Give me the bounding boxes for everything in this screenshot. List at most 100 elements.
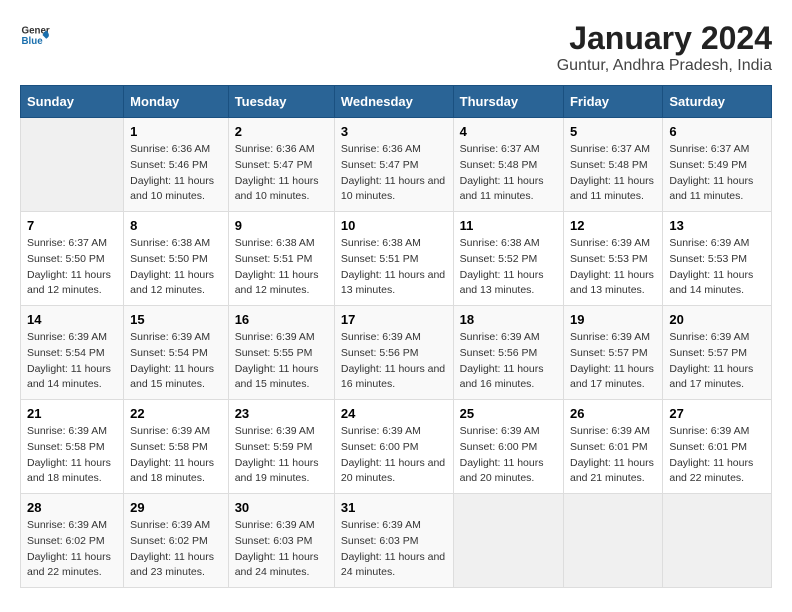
day-cell: 2Sunrise: 6:36 AMSunset: 5:47 PMDaylight… xyxy=(228,118,334,212)
day-info: Sunrise: 6:37 AMSunset: 5:48 PMDaylight:… xyxy=(570,142,656,205)
day-cell xyxy=(563,494,662,588)
day-cell: 11 Sunrise: 6:38 AMSunset: 5:52 PMDayligh… xyxy=(453,212,563,306)
day-info: Sunrise: 6:39 AMSunset: 5:55 PMDaylight:… xyxy=(235,330,328,393)
day-info: Sunrise: 6:39 AMSunset: 6:01 PMDaylight:… xyxy=(669,424,765,487)
day-info: Sunrise: 6:39 AMSunset: 5:54 PMDaylight:… xyxy=(130,330,222,393)
day-info: Sunrise: 6:39 AMSunset: 5:56 PMDaylight:… xyxy=(341,330,447,393)
day-info: Sunrise: 6:39 AMSunset: 5:58 PMDaylight:… xyxy=(130,424,222,487)
day-number: 23 xyxy=(235,406,328,421)
day-cell: 6 Sunrise: 6:37 AMSunset: 5:49 PMDaylight… xyxy=(663,118,772,212)
day-info: Sunrise: 6:38 AMSunset: 5:51 PMDaylight:… xyxy=(235,236,328,299)
day-info: Sunrise: 6:37 AMSunset: 5:50 PMDaylight:… xyxy=(27,236,117,299)
day-cell: 17 Sunrise: 6:39 AMSunset: 5:56 PMDayligh… xyxy=(334,306,453,400)
day-cell: 28Sunrise: 6:39 AMSunset: 6:02 PMDayligh… xyxy=(21,494,124,588)
day-info: Sunrise: 6:39 AMSunset: 6:01 PMDaylight:… xyxy=(570,424,656,487)
day-info: Sunrise: 6:37 AMSunset: 5:48 PMDaylight:… xyxy=(460,142,557,205)
day-info: Sunrise: 6:39 AMSunset: 5:53 PMDaylight:… xyxy=(669,236,765,299)
day-info: Sunrise: 6:39 AMSunset: 5:53 PMDaylight:… xyxy=(570,236,656,299)
week-row-1: 1 Sunrise: 6:36 AMSunset: 5:46 PMDaylight… xyxy=(21,118,772,212)
svg-text:Blue: Blue xyxy=(22,36,44,47)
day-cell: 30 Sunrise: 6:39 AMSunset: 6:03 PMDayligh… xyxy=(228,494,334,588)
day-info: Sunrise: 6:39 AMSunset: 5:58 PMDaylight:… xyxy=(27,424,117,487)
day-cell xyxy=(21,118,124,212)
day-info: Sunrise: 6:39 AMSunset: 6:02 PMDaylight:… xyxy=(130,518,222,581)
day-cell: 31 Sunrise: 6:39 AMSunset: 6:03 PMDayligh… xyxy=(334,494,453,588)
day-number: 3 xyxy=(341,124,447,139)
day-cell: 23 Sunrise: 6:39 AMSunset: 5:59 PMDayligh… xyxy=(228,400,334,494)
day-number: 6 xyxy=(669,124,765,139)
day-cell: 9 Sunrise: 6:38 AMSunset: 5:51 PMDaylight… xyxy=(228,212,334,306)
day-number: 11 xyxy=(460,218,557,233)
day-info: Sunrise: 6:36 AMSunset: 5:46 PMDaylight:… xyxy=(130,142,222,205)
week-row-2: 7 Sunrise: 6:37 AMSunset: 5:50 PMDaylight… xyxy=(21,212,772,306)
day-number: 14 xyxy=(27,312,117,327)
calendar-header: SundayMondayTuesdayWednesdayThursdayFrid… xyxy=(21,86,772,118)
day-cell: 26Sunrise: 6:39 AMSunset: 6:01 PMDayligh… xyxy=(563,400,662,494)
day-cell xyxy=(453,494,563,588)
day-cell: 14 Sunrise: 6:39 AMSunset: 5:54 PMDayligh… xyxy=(21,306,124,400)
day-info: Sunrise: 6:39 AMSunset: 6:02 PMDaylight:… xyxy=(27,518,117,581)
day-info: Sunrise: 6:39 AMSunset: 5:54 PMDaylight:… xyxy=(27,330,117,393)
calendar-table: SundayMondayTuesdayWednesdayThursdayFrid… xyxy=(20,85,772,588)
day-cell xyxy=(663,494,772,588)
day-number: 13 xyxy=(669,218,765,233)
day-number: 10 xyxy=(341,218,447,233)
day-number: 30 xyxy=(235,500,328,515)
week-row-5: 28Sunrise: 6:39 AMSunset: 6:02 PMDayligh… xyxy=(21,494,772,588)
day-info: Sunrise: 6:38 AMSunset: 5:51 PMDaylight:… xyxy=(341,236,447,299)
day-number: 19 xyxy=(570,312,656,327)
day-number: 20 xyxy=(669,312,765,327)
day-info: Sunrise: 6:39 AMSunset: 5:57 PMDaylight:… xyxy=(570,330,656,393)
day-cell: 5 Sunrise: 6:37 AMSunset: 5:48 PMDaylight… xyxy=(563,118,662,212)
day-cell: 1 Sunrise: 6:36 AMSunset: 5:46 PMDaylight… xyxy=(124,118,229,212)
day-info: Sunrise: 6:39 AMSunset: 5:59 PMDaylight:… xyxy=(235,424,328,487)
day-number: 1 xyxy=(130,124,222,139)
day-number: 27 xyxy=(669,406,765,421)
main-title: January 2024 xyxy=(557,20,772,57)
day-header-tuesday: Tuesday xyxy=(228,86,334,118)
day-cell: 10 Sunrise: 6:38 AMSunset: 5:51 PMDayligh… xyxy=(334,212,453,306)
day-info: Sunrise: 6:39 AMSunset: 6:03 PMDaylight:… xyxy=(235,518,328,581)
day-cell: 18Sunrise: 6:39 AMSunset: 5:56 PMDayligh… xyxy=(453,306,563,400)
week-row-3: 14 Sunrise: 6:39 AMSunset: 5:54 PMDayligh… xyxy=(21,306,772,400)
day-number: 25 xyxy=(460,406,557,421)
day-cell: 3 Sunrise: 6:36 AMSunset: 5:47 PMDaylight… xyxy=(334,118,453,212)
day-cell: 4 Sunrise: 6:37 AMSunset: 5:48 PMDaylight… xyxy=(453,118,563,212)
day-number: 22 xyxy=(130,406,222,421)
day-number: 7 xyxy=(27,218,117,233)
day-cell: 29Sunrise: 6:39 AMSunset: 6:02 PMDayligh… xyxy=(124,494,229,588)
day-number: 8 xyxy=(130,218,222,233)
header: General Blue January 2024 Guntur, Andhra… xyxy=(20,20,772,75)
day-info: Sunrise: 6:39 AMSunset: 6:03 PMDaylight:… xyxy=(341,518,447,581)
day-number: 4 xyxy=(460,124,557,139)
day-header-thursday: Thursday xyxy=(453,86,563,118)
logo: General Blue xyxy=(20,20,50,50)
day-header-saturday: Saturday xyxy=(663,86,772,118)
day-cell: 15Sunrise: 6:39 AMSunset: 5:54 PMDayligh… xyxy=(124,306,229,400)
title-area: January 2024 Guntur, Andhra Pradesh, Ind… xyxy=(557,20,772,75)
calendar-body: 1 Sunrise: 6:36 AMSunset: 5:46 PMDaylight… xyxy=(21,118,772,588)
day-cell: 13 Sunrise: 6:39 AMSunset: 5:53 PMDayligh… xyxy=(663,212,772,306)
day-cell: 27 Sunrise: 6:39 AMSunset: 6:01 PMDayligh… xyxy=(663,400,772,494)
day-info: Sunrise: 6:39 AMSunset: 6:00 PMDaylight:… xyxy=(341,424,447,487)
day-number: 12 xyxy=(570,218,656,233)
day-info: Sunrise: 6:38 AMSunset: 5:50 PMDaylight:… xyxy=(130,236,222,299)
day-info: Sunrise: 6:39 AMSunset: 6:00 PMDaylight:… xyxy=(460,424,557,487)
day-header-friday: Friday xyxy=(563,86,662,118)
day-cell: 24Sunrise: 6:39 AMSunset: 6:00 PMDayligh… xyxy=(334,400,453,494)
day-info: Sunrise: 6:39 AMSunset: 5:56 PMDaylight:… xyxy=(460,330,557,393)
day-number: 17 xyxy=(341,312,447,327)
day-info: Sunrise: 6:38 AMSunset: 5:52 PMDaylight:… xyxy=(460,236,557,299)
day-cell: 20Sunrise: 6:39 AMSunset: 5:57 PMDayligh… xyxy=(663,306,772,400)
day-info: Sunrise: 6:36 AMSunset: 5:47 PMDaylight:… xyxy=(235,142,328,205)
day-number: 5 xyxy=(570,124,656,139)
day-cell: 21Sunrise: 6:39 AMSunset: 5:58 PMDayligh… xyxy=(21,400,124,494)
day-cell: 7 Sunrise: 6:37 AMSunset: 5:50 PMDaylight… xyxy=(21,212,124,306)
day-info: Sunrise: 6:37 AMSunset: 5:49 PMDaylight:… xyxy=(669,142,765,205)
day-number: 31 xyxy=(341,500,447,515)
day-header-sunday: Sunday xyxy=(21,86,124,118)
subtitle: Guntur, Andhra Pradesh, India xyxy=(557,57,772,75)
day-info: Sunrise: 6:36 AMSunset: 5:47 PMDaylight:… xyxy=(341,142,447,205)
day-number: 9 xyxy=(235,218,328,233)
week-row-4: 21Sunrise: 6:39 AMSunset: 5:58 PMDayligh… xyxy=(21,400,772,494)
